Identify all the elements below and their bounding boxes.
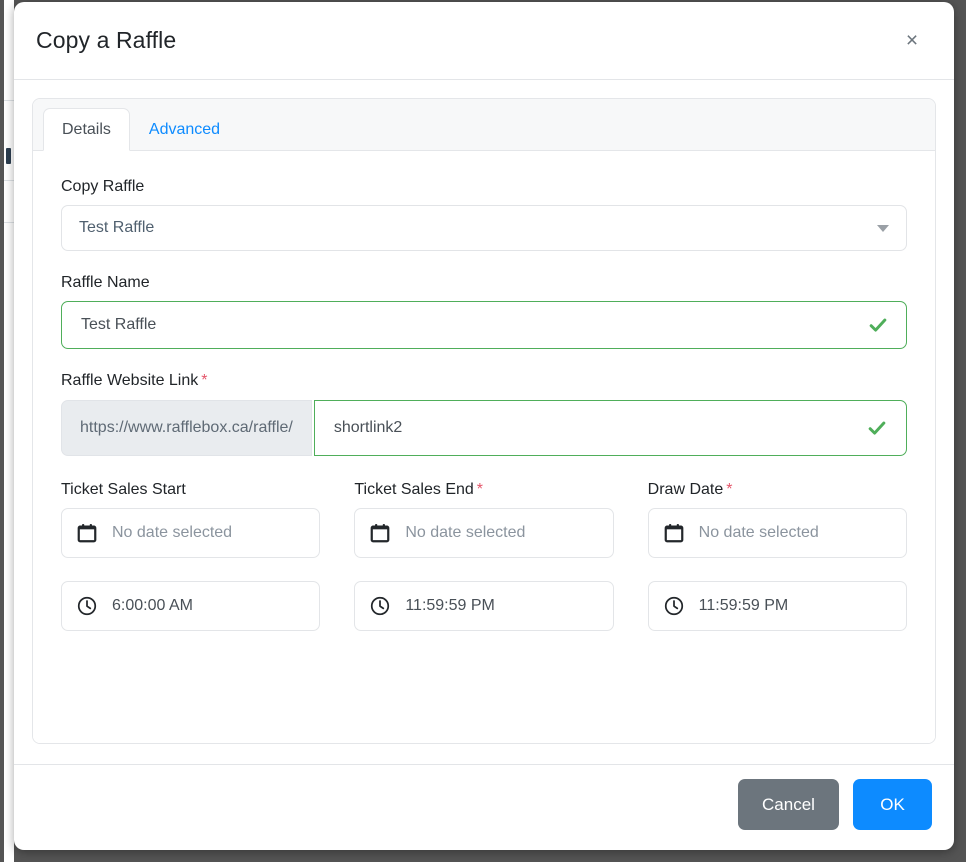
copy-raffle-label: Copy Raffle [61, 178, 145, 195]
background-page-sliver [4, 0, 14, 862]
ticket-sales-start-col: Ticket Sales Start No date selected 6:00… [61, 480, 321, 631]
calendar-icon [76, 522, 98, 544]
date-time-row: Ticket Sales Start No date selected 6:00… [61, 480, 907, 631]
background-accent-mark [6, 148, 11, 164]
background-divider [4, 100, 14, 101]
required-marker: * [726, 480, 733, 498]
draw-date-time-picker[interactable]: 11:59:59 PM [647, 580, 907, 631]
ticket-sales-end-time-value: 11:59:59 PM [405, 596, 495, 614]
background-divider [4, 180, 14, 181]
draw-date-col: Draw Date * No date selected 11:59:59 PM [647, 480, 907, 631]
copy-raffle-dialog: Copy a Raffle × Details Advanced Copy Ra… [14, 2, 954, 850]
raffle-name-wrap: Test Raffle [61, 301, 907, 350]
shortlink-input[interactable]: shortlink2 [313, 399, 907, 456]
ticket-sales-start-time-picker[interactable]: 6:00:00 AM [61, 580, 321, 631]
draw-date-label: Draw Date * [648, 480, 907, 499]
required-marker: * [476, 480, 484, 498]
calendar-icon [663, 522, 685, 544]
dialog-header: Copy a Raffle × [14, 2, 954, 80]
dialog-footer: Cancel OK [14, 764, 954, 850]
raffle-website-link-group: https://www.rafflebox.ca/raffle/ shortli… [61, 399, 907, 456]
draw-date-label-text: Draw Date [647, 480, 724, 498]
shortlink-input-value: shortlink2 [333, 418, 403, 436]
raffle-website-link-label: Raffle Website Link * [61, 371, 907, 390]
ticket-sales-end-col: Ticket Sales End * No date selected 11:5… [354, 480, 614, 631]
copy-raffle-select[interactable]: Test Raffle [61, 205, 907, 252]
chevron-down-icon[interactable] [877, 225, 889, 233]
ticket-sales-end-date-value: No date selected [405, 523, 526, 541]
cancel-button[interactable]: Cancel [738, 779, 839, 830]
draw-date-time-value: 11:59:59 PM [698, 596, 789, 614]
background-divider [4, 222, 14, 223]
raffle-name-input[interactable]: Test Raffle [61, 301, 907, 350]
calendar-icon [369, 522, 391, 544]
raffle-website-link-label-text: Raffle Website Link [61, 372, 199, 390]
ticket-sales-start-label: Ticket Sales Start [61, 480, 320, 499]
ticket-sales-end-date-picker[interactable]: No date selected [354, 507, 614, 558]
ticket-sales-start-label-text: Ticket Sales Start [61, 480, 186, 498]
tab-advanced[interactable]: Advanced [130, 108, 239, 151]
check-icon [866, 417, 888, 439]
ticket-sales-end-label-text: Ticket Sales End [354, 480, 474, 498]
tab-details[interactable]: Details [43, 108, 130, 151]
dialog-body: Details Advanced Copy Raffle Test Raffle… [14, 80, 954, 764]
clock-icon [369, 595, 391, 617]
tab-panel-details: Copy Raffle Test Raffle Raffle Name Test… [33, 151, 935, 743]
ok-button[interactable]: OK [853, 779, 932, 830]
required-marker: * [201, 372, 208, 390]
tab-card: Details Advanced Copy Raffle Test Raffle… [32, 98, 936, 744]
tab-bar: Details Advanced [33, 99, 935, 151]
close-icon[interactable]: × [896, 25, 928, 57]
clock-icon [663, 595, 685, 617]
raffle-name-label: Raffle Name [61, 274, 150, 292]
check-icon [867, 314, 889, 336]
ticket-sales-start-time-value: 6:00:00 AM [112, 596, 193, 614]
copy-raffle-select-wrap: Test Raffle [61, 205, 907, 252]
url-prefix-addon: https://www.rafflebox.ca/raffle/ [61, 399, 312, 456]
page-title: Copy a Raffle [36, 27, 177, 53]
draw-date-date-picker[interactable]: No date selected [647, 507, 907, 558]
draw-date-date-value: No date selected [698, 523, 819, 541]
ticket-sales-end-label: Ticket Sales End * [354, 480, 613, 499]
ticket-sales-start-date-picker[interactable]: No date selected [61, 507, 321, 558]
clock-icon [76, 595, 98, 617]
ticket-sales-end-time-picker[interactable]: 11:59:59 PM [354, 580, 614, 631]
ticket-sales-start-date-value: No date selected [112, 523, 233, 541]
